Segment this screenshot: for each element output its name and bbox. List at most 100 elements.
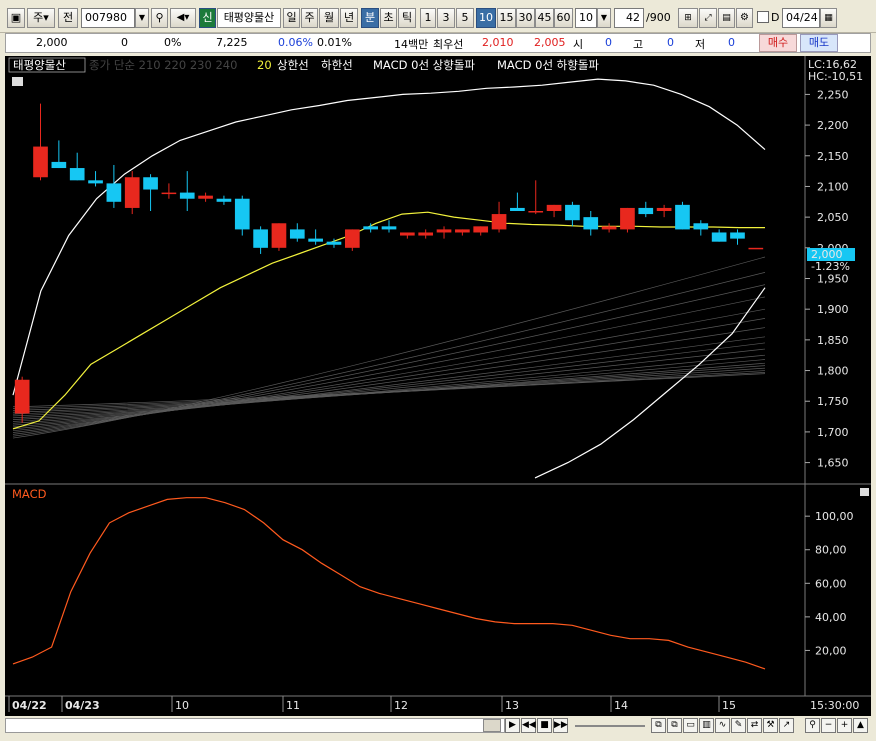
candle-body (656, 207, 672, 211)
legend-band-upper[interactable]: 상한선 (277, 58, 309, 72)
interval-select[interactable]: 10 (575, 8, 597, 28)
save-icon[interactable]: ▤ (718, 8, 735, 28)
candle-body (106, 183, 122, 202)
stock-code-input[interactable]: 007980 (81, 8, 135, 28)
stop-icon[interactable]: ■ (537, 718, 552, 733)
open-label: 시 (573, 38, 584, 51)
window-icon-2[interactable]: ⧉ (667, 718, 682, 733)
scroll-up-icon[interactable]: ▲ (853, 718, 868, 733)
interval-3[interactable]: 3 (437, 8, 455, 28)
rewind-icon[interactable]: ◀◀ (521, 718, 536, 733)
grid-tool-icon[interactable]: ⊞ (678, 8, 698, 28)
draw-icon[interactable]: ✎ (731, 718, 746, 733)
candle-body (51, 161, 67, 169)
interval-1[interactable]: 1 (420, 8, 436, 28)
legend-ma-period[interactable]: 20 (257, 58, 272, 72)
grid-toggle-icon[interactable] (12, 77, 23, 86)
scroll-thumb[interactable] (483, 719, 501, 732)
speaker-icon[interactable]: ◀▾ (170, 8, 196, 28)
line-tool-icon[interactable]: ⤢ (699, 8, 717, 28)
candle-body (436, 229, 452, 233)
legend-band-lower[interactable]: 하한선 (321, 58, 353, 72)
long-ma-line (12, 365, 766, 415)
compare-icon[interactable]: ⇄ (747, 718, 762, 733)
open-value: 0 (605, 36, 612, 49)
chevron-down-icon[interactable]: ▼ (135, 8, 149, 28)
market-mode-label: 주 (33, 11, 44, 24)
tab-month[interactable]: 월 (319, 8, 339, 28)
line-chart-icon[interactable]: ∿ (715, 718, 730, 733)
candle-body (583, 217, 599, 230)
price-axis-label: 1,700 (817, 426, 849, 439)
macd-axis-label: 80,00 (815, 544, 847, 557)
d-checkbox[interactable] (757, 11, 769, 23)
candle-body (528, 211, 544, 213)
close-panel-icon[interactable] (860, 488, 869, 496)
candle-body (546, 204, 562, 211)
tab-tick[interactable]: 틱 (398, 8, 416, 28)
candle-body (675, 204, 690, 230)
count-input[interactable]: 42 (614, 8, 644, 28)
zoom-in-icon[interactable]: + (837, 718, 852, 733)
tab-minute[interactable]: 분 (361, 8, 379, 28)
time-axis-label: 04/22 (12, 699, 47, 712)
window-icon-3[interactable]: ▭ (683, 718, 698, 733)
candle-body (234, 198, 250, 230)
date-input[interactable]: 04/24 (782, 8, 820, 28)
window-icon[interactable]: ▣ (7, 8, 25, 28)
interval-15[interactable]: 15 (497, 8, 516, 28)
prev-button[interactable]: 전 (58, 8, 78, 28)
tab-second[interactable]: 초 (380, 8, 397, 28)
interval-45[interactable]: 45 (535, 8, 554, 28)
macd-axis-label: 60,00 (815, 577, 847, 590)
tab-day[interactable]: 일 (283, 8, 300, 28)
search-icon[interactable]: ⚲ (151, 8, 168, 28)
legend-macd-up[interactable]: MACD 0선 상향돌파 (373, 58, 475, 72)
market-mode-select[interactable]: 주▾ (27, 8, 55, 28)
interval-5[interactable]: 5 (456, 8, 474, 28)
chevron-down-icon[interactable]: ▼ (597, 8, 611, 28)
low-value: 0 (728, 36, 735, 49)
zoom-search-icon[interactable]: ⚲ (805, 718, 820, 733)
arrow-icon[interactable]: ↗ (779, 718, 794, 733)
count-total: /900 (646, 11, 671, 24)
volume: 7,225 (216, 36, 248, 49)
time-axis-label: 04/23 (65, 699, 100, 712)
tab-week[interactable]: 주 (301, 8, 318, 28)
zoom-out-icon[interactable]: − (821, 718, 836, 733)
tool-icon[interactable]: ⚒ (763, 718, 778, 733)
legend-ma-text[interactable]: 종가 단순 210 220 230 240 (89, 58, 237, 72)
price-axis-label: 2,150 (817, 150, 849, 163)
candle-body (308, 238, 323, 242)
rate-2: 0.01% (317, 36, 352, 49)
calendar-icon[interactable]: ▦ (820, 8, 837, 28)
buy-button[interactable]: 매수 (759, 34, 797, 52)
scroll-right-icon[interactable]: ▶ (505, 718, 520, 733)
legend-macd-down[interactable]: MACD 0선 하향돌파 (497, 58, 599, 72)
forward-icon[interactable]: ▶▶ (553, 718, 568, 733)
sell-button[interactable]: 매도 (800, 34, 838, 52)
horizontal-scrollbar[interactable] (5, 718, 505, 733)
tab-year[interactable]: 년 (340, 8, 358, 28)
candle-body (711, 232, 727, 242)
legend-stock[interactable]: 태평양물산 (13, 58, 66, 72)
window-icon-1[interactable]: ⧉ (651, 718, 666, 733)
long-ma-line (12, 336, 766, 426)
gear-icon[interactable]: ⚙ (736, 8, 753, 28)
interval-60[interactable]: 60 (554, 8, 573, 28)
low-label: 저 (695, 38, 706, 51)
candle-body (198, 195, 213, 199)
interval-10[interactable]: 10 (476, 8, 496, 28)
candle-body (565, 204, 580, 221)
candle-body (33, 146, 48, 178)
candle-body (400, 232, 415, 236)
speed-slider[interactable] (575, 725, 645, 727)
clock-label: 15:30:00 (810, 699, 859, 712)
price-axis-label: 2,050 (817, 211, 849, 224)
bar-chart-icon[interactable]: ▥ (699, 718, 714, 733)
long-ma-line (12, 362, 766, 417)
candle-body (289, 229, 305, 239)
best-quote-label: 최우선 (433, 38, 464, 51)
interval-30[interactable]: 30 (516, 8, 535, 28)
candle-body (693, 223, 709, 230)
